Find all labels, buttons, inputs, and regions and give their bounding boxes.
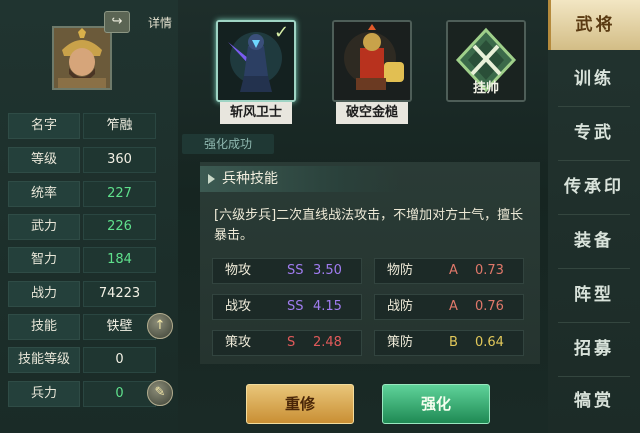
tab-general[interactable]: 武将 [548,0,640,50]
unit-name: 破空金槌 [336,102,408,124]
stat-value: 笮融 [83,113,156,139]
stat-value: 0 [83,381,156,407]
attr-value: 0.64 [475,335,504,350]
stat-label: 等级 [8,147,80,173]
stat-label: 名字 [8,113,80,139]
hammer-warrior-icon [334,22,410,100]
attr-label: 物防 [387,263,414,278]
upgrade-skill-icon[interactable]: ↑ [147,313,173,339]
stat-row-intellect: 智力 184 [8,247,156,273]
tab-exclusive-weapon[interactable]: 专武 [548,108,640,158]
attr-battle-defense: 战防 A 0.76 [374,294,524,320]
tab-divider [558,268,630,269]
tab-divider [558,160,630,161]
hero-portrait[interactable] [52,26,112,90]
unit-frame: ✓ [216,20,296,102]
attr-physical-defense: 物防 A 0.73 [374,258,524,284]
tab-inheritance-seal[interactable]: 传承印 [548,162,640,212]
stat-row-power: 战力 74223 [8,281,156,307]
tab-recruit[interactable]: 招募 [548,324,640,374]
tab-divider [558,214,630,215]
stat-row-skill: 技能 铁壁 [8,314,156,340]
attr-label: 策防 [387,335,414,350]
stat-row-skill-level: 技能等级 0 [8,347,156,373]
stat-label: 技能等级 [8,347,80,373]
attr-strategy-defense: 策防 B 0.64 [374,330,524,356]
attr-grade: A [449,299,458,314]
unit-frame: 挂帅 [446,20,526,102]
attr-label: 策攻 [225,335,252,350]
attr-physical-attack: 物攻 SS 3.50 [212,258,362,284]
attr-value: 3.50 [313,263,342,278]
stat-value: 0 [83,347,156,373]
title-arrow-icon [208,174,215,184]
attr-label: 战攻 [225,299,252,314]
tab-reward[interactable]: 犒赏 [548,376,640,426]
unit-frame [332,20,412,102]
stat-label: 武力 [8,214,80,240]
enhance-success-tag: 强化成功 [182,134,274,154]
enhance-button[interactable]: 强化 [382,384,490,424]
stat-label: 统率 [8,181,80,207]
repair-button[interactable]: 重修 [246,384,354,424]
skill-title-bar: 兵种技能 [200,166,400,192]
commander-emblem-icon: 挂帅 [448,22,524,100]
detail-button[interactable]: 详情 [145,14,175,32]
skill-description: [六级步兵]二次直线战法攻击，不增加对方士气，擅长暴击。 [214,208,524,243]
hero-portrait-image [54,28,110,88]
skill-panel: 兵种技能 [六级步兵]二次直线战法攻击，不增加对方士气，擅长暴击。 物攻 SS … [200,162,540,364]
stat-row-troops: 兵力 0 [8,381,156,407]
stat-label: 战力 [8,281,80,307]
hero-panel: ↪ 详情 名字 笮融 等级 360 统率 227 武力 226 智力 184 战… [0,0,178,433]
attr-value: 0.76 [475,299,504,314]
tab-formation[interactable]: 阵型 [548,270,640,320]
commander-label: 挂帅 [473,80,499,96]
stat-row-force: 武力 226 [8,214,156,240]
attr-label: 战防 [387,299,414,314]
side-tabs: 武将 训练 专武 传承印 装备 阵型 招募 犒赏 [548,0,640,433]
unit-name: 斩风卫士 [220,102,292,124]
stat-label: 兵力 [8,381,80,407]
attr-grade: B [449,335,458,350]
attr-value: 0.73 [475,263,504,278]
swap-icon[interactable]: ↪ [104,11,130,33]
edit-troops-icon[interactable]: ✎ [147,380,173,406]
attr-grade: SS [287,263,304,278]
tab-equipment[interactable]: 装备 [548,216,640,266]
stat-value: 铁壁 [83,314,156,340]
tab-divider [558,106,630,107]
attr-value: 4.15 [313,299,342,314]
attr-label: 物攻 [225,263,252,278]
tab-training[interactable]: 训练 [548,54,640,104]
stat-value: 226 [83,214,156,240]
stat-value: 227 [83,181,156,207]
stat-label: 技能 [8,314,80,340]
stat-value: 360 [83,147,156,173]
attr-grade: SS [287,299,304,314]
attr-value: 2.48 [313,335,342,350]
stat-value: 74223 [83,281,156,307]
attr-grade: S [287,335,296,350]
stat-value: 184 [83,247,156,273]
tab-divider [558,322,630,323]
stat-label: 智力 [8,247,80,273]
attr-grade: A [449,263,458,278]
check-icon: ✓ [274,22,290,43]
skill-title: 兵种技能 [222,171,278,187]
stat-row-command: 统率 227 [8,181,156,207]
stat-row-level: 等级 360 [8,147,156,173]
attr-battle-attack: 战攻 SS 4.15 [212,294,362,320]
stat-row-name: 名字 笮融 [8,113,156,139]
attr-strategy-attack: 策攻 S 2.48 [212,330,362,356]
